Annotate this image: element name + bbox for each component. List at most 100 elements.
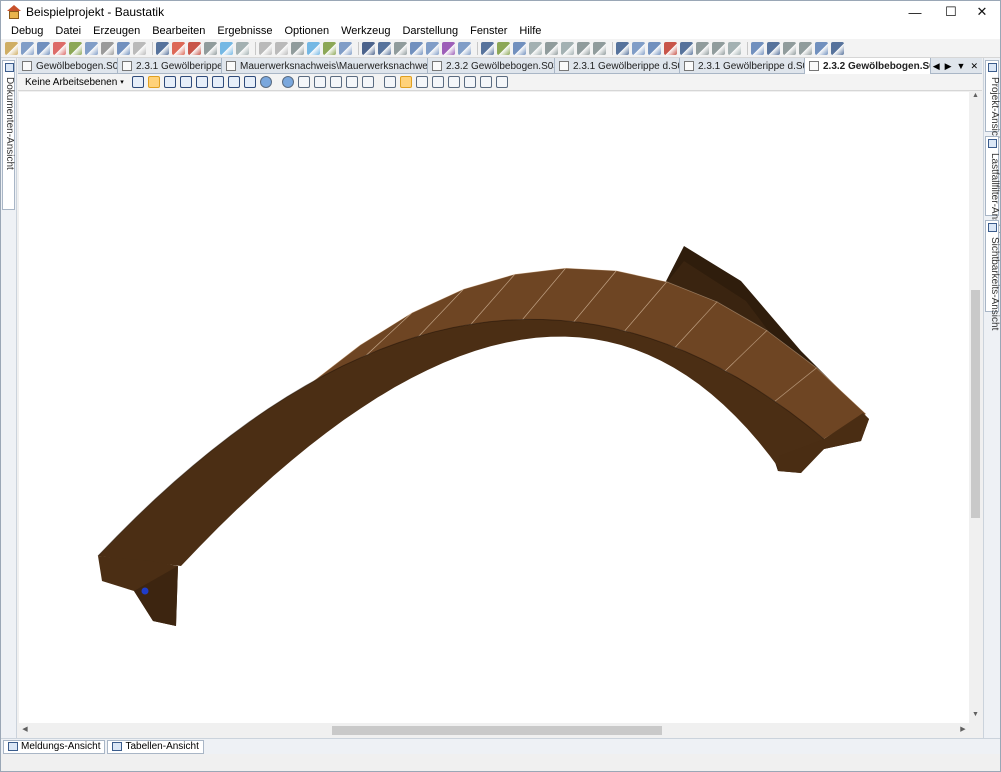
minimize-button[interactable]: — xyxy=(897,1,933,23)
layer-icon[interactable] xyxy=(297,76,310,88)
tab-close-button[interactable]: ✕ xyxy=(970,61,978,72)
dock-tab-project[interactable]: Projekt-Ansicht xyxy=(985,60,1000,144)
horizontal-scroll-thumb[interactable] xyxy=(332,726,662,735)
toolbar-tool-38-icon[interactable] xyxy=(632,41,645,55)
toolbar-tool-44-icon[interactable] xyxy=(728,41,741,55)
dock-tab-documents[interactable]: Dokumenten-Ansicht xyxy=(2,60,15,210)
toolbar-tool-8-icon[interactable] xyxy=(117,41,130,55)
toolbar-tool-3-icon[interactable] xyxy=(37,41,50,55)
render-light-icon[interactable] xyxy=(479,76,492,88)
render-hidden-icon[interactable] xyxy=(447,76,460,88)
toolbar-tool-37-icon[interactable] xyxy=(616,41,629,55)
forward-icon[interactable] xyxy=(281,76,294,88)
vertical-scrollbar[interactable]: ▲ ▼ xyxy=(969,92,982,723)
tab-document[interactable]: 2.3.1 Gewölberippe d.S03 xyxy=(555,58,680,74)
render-solid-icon[interactable] xyxy=(415,76,428,88)
scroll-up-icon[interactable]: ▲ xyxy=(969,92,982,104)
toolbar-tool-13-icon[interactable] xyxy=(204,41,217,55)
tab-active-document[interactable]: 2.3.2 Gewölbebogen.S03 xyxy=(805,58,931,74)
view-side-icon[interactable] xyxy=(345,76,358,88)
menu-hilfe[interactable]: Hilfe xyxy=(513,23,547,39)
toolbar-tool-17-icon[interactable] xyxy=(275,41,288,55)
render-extra-icon[interactable] xyxy=(495,76,508,88)
toolbar-tool-42-icon[interactable] xyxy=(696,41,709,55)
zoom-window-icon[interactable] xyxy=(163,76,176,88)
toolbar-tool-27-icon[interactable] xyxy=(442,41,455,55)
toolbar-tool-29-icon[interactable] xyxy=(481,41,494,55)
toolbar-tool-43-icon[interactable] xyxy=(712,41,725,55)
toolbar-tool-50-icon[interactable] xyxy=(831,41,844,55)
model-viewport[interactable] xyxy=(19,92,969,723)
toolbar-tool-41-icon[interactable] xyxy=(680,41,693,55)
menu-erzeugen[interactable]: Erzeugen xyxy=(87,23,146,39)
vertical-scroll-thumb[interactable] xyxy=(971,290,980,518)
toolbar-tool-26-icon[interactable] xyxy=(426,41,439,55)
toolbar-tool-23-icon[interactable] xyxy=(378,41,391,55)
toolbar-tool-22-icon[interactable] xyxy=(362,41,375,55)
toolbar-tool-21-icon[interactable] xyxy=(339,41,352,55)
toolbar-tool-11-icon[interactable] xyxy=(172,41,185,55)
tab-document[interactable]: Gewölbebogen.S03 xyxy=(18,58,118,74)
toolbar-tool-5-icon[interactable] xyxy=(69,41,82,55)
menu-debug[interactable]: Debug xyxy=(1,23,49,39)
tab-document[interactable]: Mauerwerksnachweis\Mauerwerksnachweis.S2… xyxy=(222,58,428,74)
toolbar-tool-2-icon[interactable] xyxy=(21,41,34,55)
toolbar-tool-18-icon[interactable] xyxy=(291,41,304,55)
render-wire-icon[interactable] xyxy=(431,76,444,88)
layer-select[interactable]: Keine Arbeitsebenen ▾ xyxy=(21,75,128,89)
zoom-out-icon[interactable] xyxy=(195,76,208,88)
zoom-previous-icon[interactable] xyxy=(243,76,256,88)
toolbar-tool-12-icon[interactable] xyxy=(188,41,201,55)
view-front-icon[interactable] xyxy=(313,76,326,88)
toolbar-tool-14-icon[interactable] xyxy=(220,41,233,55)
tab-document[interactable]: 2.3.2 Gewölbebogen.S03 xyxy=(428,58,555,74)
toolbar-tool-47-icon[interactable] xyxy=(783,41,796,55)
toolbar-tool-10-icon[interactable] xyxy=(156,41,169,55)
view-iso-icon[interactable] xyxy=(361,76,374,88)
tab-document[interactable]: 2.3.1 Gewölberippe d.S03 xyxy=(680,58,805,74)
pan-icon[interactable] xyxy=(211,76,224,88)
tab-list-button[interactable]: ▼ xyxy=(957,61,966,71)
zoom-in-icon[interactable] xyxy=(179,76,192,88)
scroll-right-icon[interactable]: ▶ xyxy=(957,723,969,737)
view-top-icon[interactable] xyxy=(329,76,342,88)
menu-ergebnisse[interactable]: Ergebnisse xyxy=(211,23,278,39)
close-button[interactable]: ✕ xyxy=(964,1,1000,23)
toolbar-tool-30-icon[interactable] xyxy=(497,41,510,55)
dock-tab-visibility[interactable]: Sichtbarkeits-Ansicht xyxy=(985,220,1000,330)
toolbar-tool-20-icon[interactable] xyxy=(323,41,336,55)
tab-next-button[interactable]: ▶ xyxy=(945,61,952,72)
toolbar-tool-40-icon[interactable] xyxy=(664,41,677,55)
toolbar-tool-48-icon[interactable] xyxy=(799,41,812,55)
toolbar-tool-35-icon[interactable] xyxy=(577,41,590,55)
toolbar-tool-19-icon[interactable] xyxy=(307,41,320,55)
back-icon[interactable] xyxy=(259,76,272,88)
scroll-down-icon[interactable]: ▼ xyxy=(969,711,982,723)
menu-bearbeiten[interactable]: Bearbeiten xyxy=(146,23,211,39)
toolbar-tool-36-icon[interactable] xyxy=(593,41,606,55)
arch-end-node[interactable] xyxy=(141,587,149,595)
toolbar-tool-6-icon[interactable] xyxy=(85,41,98,55)
toolbar-tool-33-icon[interactable] xyxy=(545,41,558,55)
toolbar-tool-49-icon[interactable] xyxy=(815,41,828,55)
tab-prev-button[interactable]: ◀ xyxy=(933,61,940,72)
toolbar-tool-32-icon[interactable] xyxy=(529,41,542,55)
menu-werkzeug[interactable]: Werkzeug xyxy=(335,23,396,39)
toolbar-tool-24-icon[interactable] xyxy=(394,41,407,55)
horizontal-scrollbar[interactable]: ◀ ▶ xyxy=(19,723,969,737)
toolbar-tool-25-icon[interactable] xyxy=(410,41,423,55)
toolbar-tool-28-icon[interactable] xyxy=(458,41,471,55)
dock-tab-loadcase-filter[interactable]: Lastfallfilter-Ansicht xyxy=(985,136,1000,240)
toolbar-tool-46-icon[interactable] xyxy=(767,41,780,55)
bottom-tab-tables[interactable]: Tabellen-Ansicht xyxy=(107,739,204,754)
arch-3d-view[interactable] xyxy=(19,92,969,723)
toolbar-tool-15-icon[interactable] xyxy=(236,41,249,55)
orbit-icon[interactable] xyxy=(147,76,160,88)
bottom-tab-messages[interactable]: Meldungs-Ansicht xyxy=(3,739,106,754)
snap-icon[interactable] xyxy=(399,76,412,88)
toolbar-tool-31-icon[interactable] xyxy=(513,41,526,55)
toolbar-tool-45-icon[interactable] xyxy=(751,41,764,55)
tab-document[interactable]: 2.3.1 Gewölberippe d.S03 xyxy=(118,58,222,74)
select-icon[interactable] xyxy=(131,76,144,88)
toolbar-tool-7-icon[interactable] xyxy=(101,41,114,55)
